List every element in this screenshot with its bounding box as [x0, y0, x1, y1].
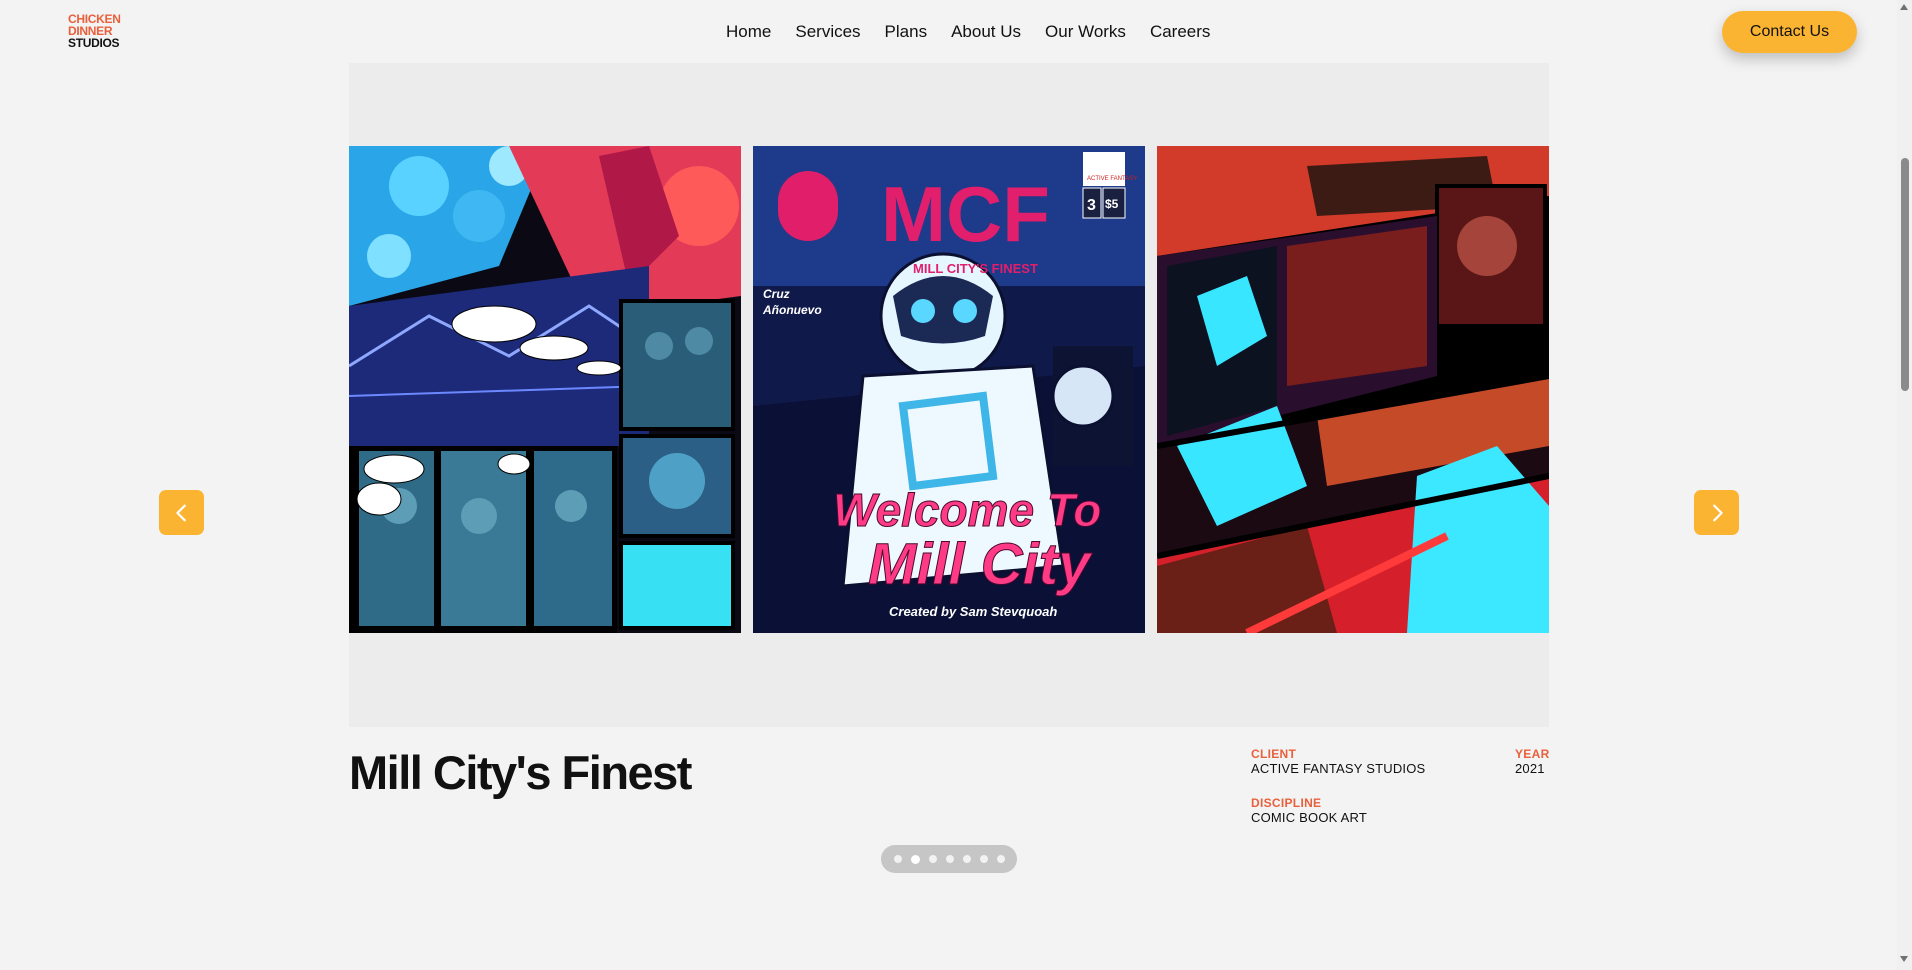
- client-label: CLIENT: [1251, 747, 1297, 761]
- brand-logo[interactable]: CHICKEN DINNER STUDIOS: [68, 13, 121, 49]
- cover-headline-2: Mill City: [868, 532, 1093, 597]
- nav-our-works[interactable]: Our Works: [1045, 22, 1126, 42]
- scroll-up-icon[interactable]: [1900, 4, 1908, 10]
- comic-page-action[interactable]: [1157, 146, 1549, 633]
- nav-home[interactable]: Home: [726, 22, 771, 42]
- nav-careers[interactable]: Careers: [1150, 22, 1210, 42]
- main-nav: Home Services Plans About Us Our Works C…: [726, 20, 1210, 44]
- carousel-next-button[interactable]: [1694, 490, 1739, 535]
- carousel-pagination: [881, 845, 1017, 873]
- comic-page-bridge[interactable]: [349, 146, 741, 633]
- carousel-dot-1[interactable]: [893, 855, 902, 863]
- project-title: Mill City's Finest: [349, 746, 692, 799]
- comic-page-bridge-art: [349, 146, 741, 633]
- cover-issue: 3: [1087, 197, 1096, 214]
- cover-publisher: ACTIVE FANTASY: [1087, 176, 1137, 182]
- comic-cover-mcf[interactable]: MCF MILL CITY'S FINEST ACTIVE FANTASY 3 …: [753, 146, 1145, 633]
- cover-subtitle: MILL CITY'S FINEST: [913, 261, 1038, 276]
- cover-logo: MCF: [881, 170, 1050, 258]
- carousel-dot-2[interactable]: [910, 854, 920, 864]
- carousel-prev-button[interactable]: [159, 490, 204, 535]
- scrollbar-thumb[interactable]: [1901, 158, 1909, 391]
- contact-us-button[interactable]: Contact Us: [1722, 11, 1857, 53]
- cover-credit-1: Cruz: [763, 287, 790, 301]
- works-carousel: MCF MILL CITY'S FINEST ACTIVE FANTASY 3 …: [349, 63, 1549, 727]
- carousel-dot-7[interactable]: [996, 855, 1005, 863]
- year-label: YEAR: [1515, 747, 1550, 761]
- discipline-value: COMIC BOOK ART: [1251, 810, 1367, 825]
- cover-credit-2: Añonuevo: [762, 303, 822, 317]
- carousel-dot-5[interactable]: [962, 855, 971, 863]
- carousel-dot-3[interactable]: [928, 855, 937, 863]
- cover-headline-1: Welcome To: [833, 484, 1101, 536]
- discipline-label: DISCIPLINE: [1251, 796, 1322, 810]
- nav-services[interactable]: Services: [795, 22, 860, 42]
- scroll-down-icon[interactable]: [1900, 956, 1908, 962]
- comic-cover-art: MCF MILL CITY'S FINEST ACTIVE FANTASY 3 …: [753, 146, 1145, 633]
- carousel-dot-4[interactable]: [945, 855, 954, 863]
- page-scrollbar[interactable]: [1897, 0, 1912, 970]
- client-value: ACTIVE FANTASY STUDIOS: [1251, 761, 1426, 776]
- year-value: 2021: [1515, 761, 1545, 776]
- cover-byline: Created by Sam Stevquoah: [889, 604, 1057, 619]
- cover-price: $5: [1105, 197, 1119, 211]
- chevron-right-icon: [1712, 504, 1723, 521]
- nav-about-us[interactable]: About Us: [951, 22, 1021, 42]
- comic-page-action-art: [1157, 146, 1549, 633]
- logo-line-3: STUDIOS: [68, 36, 120, 50]
- carousel-dot-6[interactable]: [979, 855, 988, 863]
- chevron-left-icon: [175, 504, 186, 521]
- nav-plans[interactable]: Plans: [885, 22, 928, 42]
